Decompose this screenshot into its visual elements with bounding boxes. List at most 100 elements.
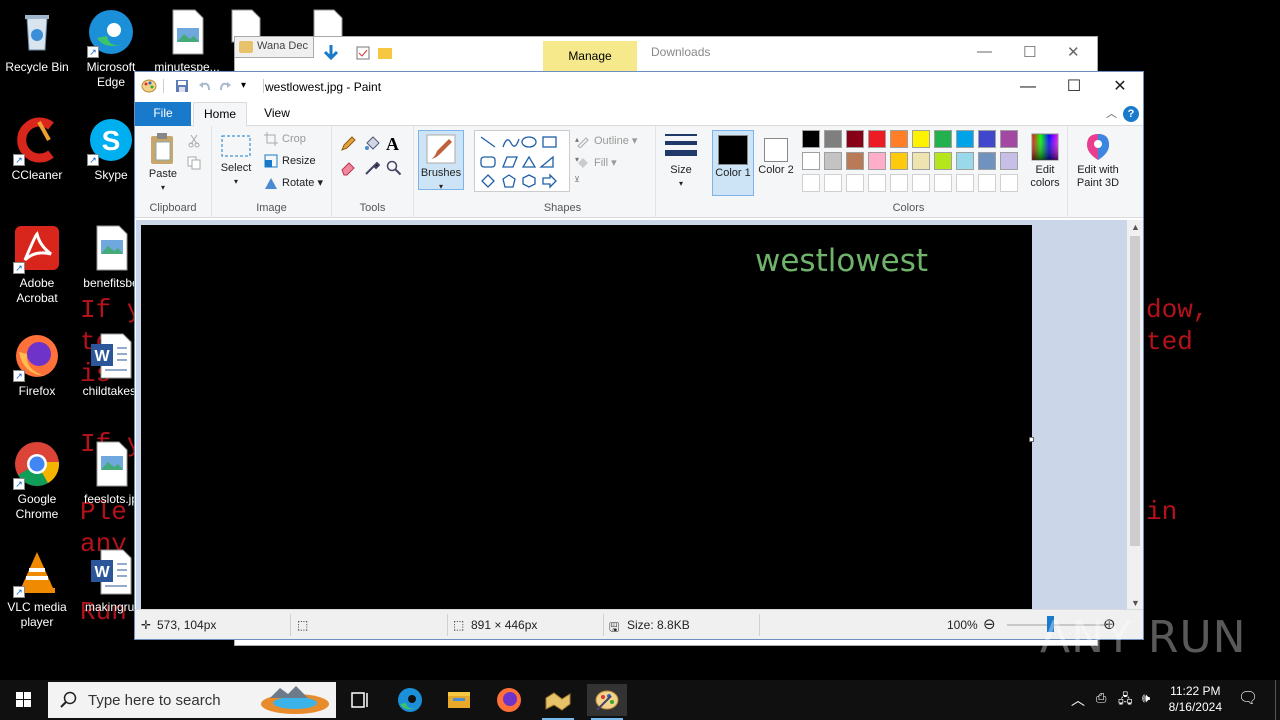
palette-swatch[interactable]	[868, 152, 886, 170]
palette-swatch[interactable]	[1000, 152, 1018, 170]
palette-swatch[interactable]	[868, 174, 886, 192]
explorer-close-button[interactable]: ✕	[1067, 43, 1080, 61]
maximize-button[interactable]: ☐	[1051, 72, 1097, 102]
palette-swatch[interactable]	[956, 152, 974, 170]
palette-swatch[interactable]	[868, 130, 886, 148]
canvas-resize-handle[interactable]	[1029, 437, 1034, 442]
palette-swatch[interactable]	[912, 174, 930, 192]
wana-decryptor-window[interactable]: Wana Dec	[234, 36, 314, 58]
palette-swatch[interactable]	[846, 174, 864, 192]
vertical-scrollbar[interactable]: ▲ ▼	[1127, 220, 1143, 610]
palette-swatch[interactable]	[1000, 174, 1018, 192]
palette-swatch[interactable]	[912, 130, 930, 148]
redo-icon[interactable]	[219, 79, 233, 93]
palette-swatch[interactable]	[934, 152, 952, 170]
palette-swatch[interactable]	[978, 174, 996, 192]
fill-bucket-icon[interactable]	[364, 136, 380, 155]
desktop-icon-firefox[interactable]: ↗ Firefox	[0, 332, 74, 399]
collapse-ribbon-icon[interactable]: ︿	[1106, 105, 1117, 121]
palette-swatch[interactable]	[956, 174, 974, 192]
desktop-icon-vlc[interactable]: ↗ VLC media player	[0, 548, 74, 630]
palette-swatch[interactable]	[956, 130, 974, 148]
help-icon[interactable]: ?	[1123, 106, 1139, 122]
download-arrow-icon[interactable]	[321, 43, 341, 63]
show-hidden-icons[interactable]: ︿	[1071, 690, 1085, 710]
palette-swatch[interactable]	[978, 130, 996, 148]
palette-swatch[interactable]	[934, 174, 952, 192]
select-button[interactable]: Select ▾	[218, 134, 254, 188]
close-button[interactable]: ✕	[1097, 72, 1143, 102]
resize-button[interactable]: Resize	[262, 152, 316, 170]
palette-swatch[interactable]	[912, 152, 930, 170]
task-view-icon[interactable]	[340, 684, 380, 716]
desktop-icon-acrobat[interactable]: ↗ Adobe Acrobat	[0, 224, 74, 306]
edit-with-paint3d-button[interactable]: Edit with Paint 3D	[1070, 132, 1126, 190]
minimize-button[interactable]: —	[1005, 72, 1051, 102]
tab-file[interactable]: File	[135, 102, 191, 126]
show-desktop-button[interactable]	[1275, 680, 1280, 720]
pencil-icon[interactable]	[340, 136, 356, 155]
crop-button[interactable]: Crop	[262, 130, 306, 148]
fill-button[interactable]: Fill ▾	[574, 154, 617, 172]
palette-swatch[interactable]	[802, 174, 820, 192]
text-tool-icon[interactable]: A	[386, 134, 399, 155]
taskbar-search[interactable]: Type here to search	[48, 682, 336, 718]
tab-home[interactable]: Home	[193, 102, 247, 127]
magnifier-icon[interactable]	[386, 160, 402, 179]
explorer-minimize-button[interactable]: —	[977, 43, 992, 60]
outline-button[interactable]: Outline ▾	[574, 132, 637, 150]
new-folder-icon[interactable]	[377, 45, 393, 61]
palette-swatch[interactable]	[890, 174, 908, 192]
taskbar-firefox-icon[interactable]	[489, 684, 529, 716]
palette-swatch[interactable]	[824, 130, 842, 148]
palette-swatch[interactable]	[824, 174, 842, 192]
cut-icon[interactable]	[187, 134, 201, 148]
palette-swatch[interactable]	[890, 130, 908, 148]
palette-swatch[interactable]	[978, 152, 996, 170]
palette-swatch[interactable]	[802, 130, 820, 148]
size-button[interactable]: Size ▾	[662, 132, 700, 190]
rotate-button[interactable]: Rotate ▾	[262, 174, 323, 192]
edit-colors-button[interactable]: Edit colors	[1024, 132, 1066, 190]
tab-view[interactable]: View	[251, 102, 303, 126]
desktop-icon-ccleaner[interactable]: ↗ CCleaner	[0, 116, 74, 183]
palette-swatch[interactable]	[934, 130, 952, 148]
manage-tab[interactable]: Manage	[543, 41, 637, 71]
paste-button[interactable]: Paste ▾	[143, 132, 183, 194]
palette-swatch[interactable]	[1000, 130, 1018, 148]
palette-swatch[interactable]	[890, 152, 908, 170]
palette-swatch[interactable]	[846, 130, 864, 148]
color1-button[interactable]: Color 1	[712, 130, 754, 196]
palette-swatch[interactable]	[824, 152, 842, 170]
start-button[interactable]	[0, 680, 48, 720]
drawing-canvas[interactable]: westlowest	[141, 225, 1032, 610]
taskbar-paint-icon[interactable]	[587, 684, 627, 720]
device-tray-icon[interactable]: ⎙	[1096, 690, 1106, 706]
eraser-icon[interactable]	[340, 160, 356, 179]
shapes-gallery[interactable]	[474, 130, 570, 192]
desktop-icon-minutespe[interactable]: minutespe...	[150, 8, 224, 75]
network-icon[interactable]: 🖧	[1118, 690, 1133, 712]
desktop-icon-recycle-bin[interactable]: Recycle Bin	[0, 8, 74, 75]
taskbar-wana-decryptor-icon[interactable]	[538, 684, 578, 720]
scrollbar-thumb[interactable]	[1130, 236, 1140, 546]
taskbar-file-explorer-icon[interactable]	[439, 684, 479, 716]
customize-qat-icon[interactable]: ▾	[241, 79, 255, 93]
color2-button[interactable]: Color 2	[756, 130, 796, 196]
volume-icon[interactable]: 🕪	[1142, 690, 1150, 706]
clock[interactable]: 11:22 PM 8/16/2024	[1169, 683, 1222, 715]
save-icon[interactable]	[175, 79, 189, 93]
zoom-out-icon[interactable]: ⊖	[983, 615, 996, 633]
properties-icon[interactable]	[355, 45, 371, 61]
scroll-up-icon[interactable]: ▲	[1131, 222, 1140, 232]
notification-icon[interactable]: 🗨	[1238, 688, 1258, 708]
explorer-maximize-button[interactable]: ☐	[1023, 43, 1036, 61]
palette-swatch[interactable]	[846, 152, 864, 170]
undo-icon[interactable]	[197, 79, 211, 93]
taskbar-edge-icon[interactable]	[390, 684, 430, 716]
desktop-icon-chrome[interactable]: ↗ Google Chrome	[0, 440, 74, 522]
color-picker-icon[interactable]	[364, 160, 381, 179]
copy-icon[interactable]	[187, 156, 201, 170]
palette-swatch[interactable]	[802, 152, 820, 170]
scroll-down-icon[interactable]: ▼	[1131, 598, 1140, 608]
